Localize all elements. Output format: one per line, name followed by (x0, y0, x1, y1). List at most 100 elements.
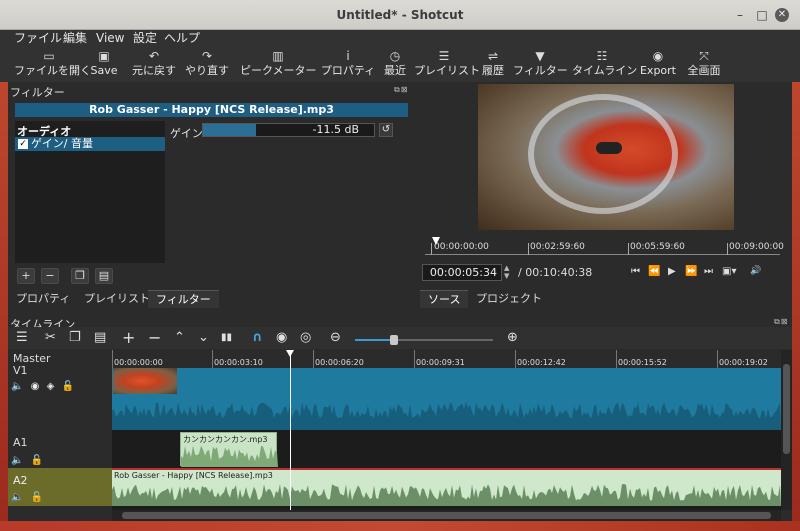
menu-icon[interactable]: ☰ (16, 330, 28, 346)
scrollbar-thumb[interactable] (122, 512, 771, 519)
mute-icon[interactable]: 🔈 (11, 492, 23, 503)
properties-button[interactable]: i プロパティ (320, 48, 376, 78)
timeline-tracks[interactable]: 00:00:00:00 00:00:03:10 00:00:06:20 00:0… (112, 350, 781, 510)
overwrite-icon[interactable]: ⌄ (198, 330, 209, 346)
timeline-ruler-label: 00:00:12:42 (517, 358, 566, 367)
track-a1[interactable]: カンカンカンカン.mp3 (112, 430, 781, 468)
snap-icon[interactable]: ∩ (252, 330, 263, 346)
rewind-icon[interactable]: ⏪ (648, 266, 660, 277)
split-icon[interactable]: ▮▮ (221, 330, 232, 346)
close-button[interactable]: ✕ (775, 8, 789, 22)
tab-source[interactable]: ソース (420, 290, 469, 308)
timeline-horizontal-scrollbar[interactable] (112, 510, 781, 521)
menu-help[interactable]: ヘルプ (164, 30, 200, 46)
waveform-shape (112, 484, 781, 506)
history-button[interactable]: ⇌ 履歴 (479, 48, 507, 78)
redo-button[interactable]: ↷ やり直す (183, 48, 231, 78)
minimize-button[interactable]: – (733, 8, 747, 22)
fullscreen-icon: ⤧ (699, 49, 709, 63)
peak-meter-button[interactable]: ▥ ピークメーター (240, 48, 317, 78)
scrub-icon[interactable]: ◉ (276, 330, 287, 346)
timeline-ruler[interactable]: 00:00:00:00 00:00:03:10 00:00:06:20 00:0… (112, 350, 781, 368)
timeline-dock-buttons[interactable]: ⧉⊠ (774, 317, 788, 327)
timeline-playhead-handle[interactable] (286, 350, 294, 357)
tab-properties[interactable]: プロパティ (8, 290, 79, 308)
reset-icon[interactable]: ↺ (379, 123, 393, 137)
skip-start-icon[interactable]: ⏮ (631, 266, 640, 277)
redo-icon: ↷ (201, 49, 213, 63)
player-ruler[interactable]: 00:00:00:00 00:02:59:60 00:05:59:60 00:0… (425, 237, 784, 259)
track-a1-controls: 🔈 🔓 (11, 455, 43, 466)
player-ruler-label: 00:05:59:60 (630, 242, 685, 252)
add-filter-button[interactable]: + (17, 268, 35, 284)
gain-slider[interactable]: -11.5 dB (202, 123, 375, 137)
menu-edit[interactable]: 編集 (63, 30, 87, 46)
append-icon[interactable]: + (122, 330, 135, 346)
filters-dock-buttons[interactable]: ⧉⊠ (394, 85, 408, 95)
timeline-ruler-tick (112, 350, 113, 368)
zoom-out-icon[interactable]: ⊖ (330, 330, 341, 346)
save-button[interactable]: ▣ Save (88, 48, 120, 78)
track-a1-clip[interactable]: カンカンカンカン.mp3 (180, 432, 278, 467)
track-header-a1[interactable]: A1 🔈 🔓 (8, 430, 112, 468)
track-header-a2[interactable]: A2 🔈 🔓 (8, 468, 112, 506)
grid-icon[interactable]: ▣▾ (722, 266, 736, 277)
tab-project[interactable]: プロジェクト (468, 290, 550, 308)
zoom-in-icon[interactable]: ⊕ (507, 330, 518, 346)
tab-filters[interactable]: フィルター (148, 290, 219, 308)
playlist-button[interactable]: ☰ プレイリスト (414, 48, 480, 78)
filters-button[interactable]: ▼ フィルター (513, 48, 568, 78)
current-time-field[interactable]: 00:00:05:34 (422, 264, 502, 281)
zoom-slider-handle[interactable] (389, 335, 398, 345)
remove-filter-button[interactable]: − (41, 268, 59, 284)
ripple-icon[interactable]: ◎ (300, 330, 311, 346)
play-icon[interactable]: ▶ (668, 266, 676, 277)
volume-icon[interactable]: 🔊 (750, 266, 761, 276)
eye-icon[interactable]: ◉ (31, 381, 40, 392)
paste-icon[interactable]: ▤ (94, 330, 106, 346)
menu-view[interactable]: View (96, 30, 124, 46)
mute-icon[interactable]: 🔈 (11, 381, 23, 392)
scrollbar-thumb[interactable] (783, 364, 790, 454)
menu-file[interactable]: ファイル (14, 30, 62, 46)
skip-end-icon[interactable]: ⏭ (704, 266, 713, 277)
tab-playlist[interactable]: プレイリスト (76, 290, 158, 308)
open-file-button[interactable]: ▭ ファイルを開く (14, 48, 91, 78)
cut-icon[interactable]: ✂ (45, 330, 56, 346)
track-v1-clip[interactable] (112, 368, 781, 430)
lift-icon[interactable]: ⌃ (174, 330, 185, 346)
filter-icon: ▼ (535, 49, 545, 63)
timeline-playhead[interactable] (290, 350, 291, 510)
track-header-v1[interactable]: V1 🔈 ◉ ◈ 🔓 (8, 364, 112, 430)
undo-button[interactable]: ↶ 元に戻す (130, 48, 178, 78)
export-button[interactable]: ◉ Export (639, 48, 677, 78)
lock-icon[interactable]: 🔓 (31, 455, 43, 466)
window-titlebar: Untitled* - Shotcut – □ ✕ (0, 0, 800, 30)
paste-filter-button[interactable]: ▤ (95, 268, 113, 284)
filter-item-gain[interactable]: ✓ ゲイン/ 音量 (15, 137, 165, 151)
player-playhead[interactable] (432, 237, 440, 245)
timeline-button[interactable]: ☷ タイムライン (572, 48, 637, 78)
mute-icon[interactable]: 🔈 (11, 455, 23, 466)
undo-icon: ↶ (148, 49, 160, 63)
lock-icon[interactable]: 🔓 (61, 381, 73, 392)
copy-icon[interactable]: ❐ (69, 330, 81, 346)
recent-button[interactable]: ◷ 最近 (381, 48, 409, 78)
time-spinner[interactable]: ▲ ▼ (504, 264, 509, 280)
maximize-button[interactable]: □ (755, 8, 769, 22)
menu-settings[interactable]: 設定 (133, 30, 157, 46)
audio-waveform (181, 445, 278, 467)
remove-icon[interactable]: − (148, 330, 161, 346)
copy-filter-button[interactable]: ❐ (71, 268, 89, 284)
fast-forward-icon[interactable]: ⏩ (685, 266, 697, 277)
export-icon: ◉ (652, 49, 664, 63)
filter-enabled-checkbox[interactable]: ✓ (18, 139, 28, 149)
video-preview[interactable] (478, 84, 734, 230)
track-a2-clip[interactable]: Rob Gasser - Happy [NCS Release].mp3 (112, 468, 781, 506)
zoom-slider[interactable] (355, 339, 493, 341)
zoom-slider-fill (355, 339, 394, 341)
lock-icon[interactable]: 🔓 (31, 492, 43, 503)
timeline-vertical-scrollbar[interactable] (781, 350, 792, 510)
fullscreen-button[interactable]: ⤧ 全画面 (684, 48, 724, 78)
composite-icon[interactable]: ◈ (47, 381, 55, 392)
